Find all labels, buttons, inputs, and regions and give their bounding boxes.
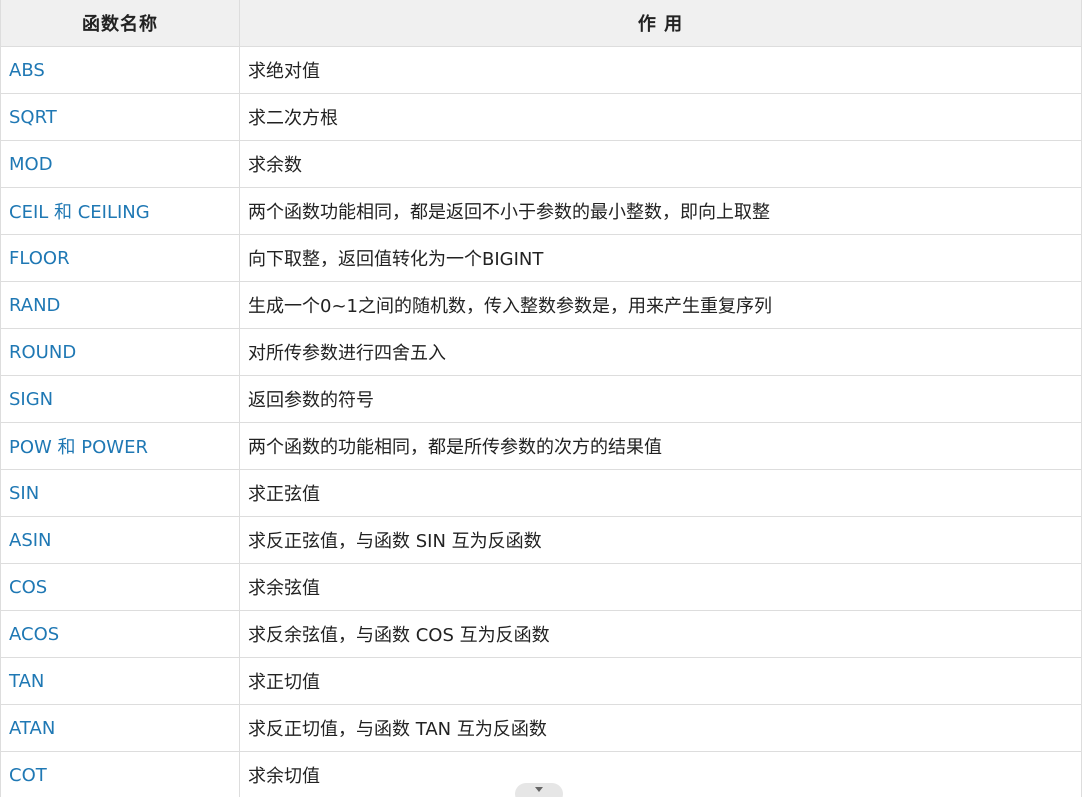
- function-description-cell: 两个函数功能相同，都是返回不小于参数的最小整数，即向上取整: [239, 187, 1082, 235]
- function-description-cell: 求正切值: [239, 657, 1082, 705]
- function-description-cell: 求绝对值: [239, 46, 1082, 94]
- table-row: CEIL 和 CEILING 两个函数功能相同，都是返回不小于参数的最小整数，即向…: [0, 187, 1082, 235]
- table-row: POW 和 POWER 两个函数的功能相同，都是所传参数的次方的结果值: [0, 422, 1082, 470]
- table-row: ACOS 求反余弦值，与函数 COS 互为反函数: [0, 610, 1082, 658]
- function-name-cell: MOD: [0, 140, 240, 188]
- chevron-down-icon: [535, 787, 543, 792]
- table-row: ABS 求绝对值: [0, 46, 1082, 94]
- table-row: RAND 生成一个0~1之间的随机数，传入整数参数是，用来产生重复序列: [0, 281, 1082, 329]
- function-name-cell: TAN: [0, 657, 240, 705]
- function-description-cell: 求余数: [239, 140, 1082, 188]
- function-description-cell: 两个函数的功能相同，都是所传参数的次方的结果值: [239, 422, 1082, 470]
- function-description-cell: 求正弦值: [239, 469, 1082, 517]
- function-name-cell: ROUND: [0, 328, 240, 376]
- function-name-cell: CEIL 和 CEILING: [0, 187, 240, 235]
- function-name-cell: SIGN: [0, 375, 240, 423]
- function-name-cell: COT: [0, 751, 240, 797]
- expand-toggle-button[interactable]: [515, 783, 563, 797]
- function-name-cell: SIN: [0, 469, 240, 517]
- header-function-name: 函数名称: [0, 0, 240, 47]
- function-description-cell: 求二次方根: [239, 93, 1082, 141]
- function-name-cell: FLOOR: [0, 234, 240, 282]
- function-name-cell: COS: [0, 563, 240, 611]
- function-description-cell: 求反余弦值，与函数 COS 互为反函数: [239, 610, 1082, 658]
- function-name-cell: SQRT: [0, 93, 240, 141]
- table-row: MOD 求余数: [0, 140, 1082, 188]
- header-purpose: 作 用: [239, 0, 1082, 47]
- table-row: ATAN 求反正切值，与函数 TAN 互为反函数: [0, 704, 1082, 752]
- table-row: ASIN 求反正弦值，与函数 SIN 互为反函数: [0, 516, 1082, 564]
- table-row: FLOOR 向下取整，返回值转化为一个BIGINT: [0, 234, 1082, 282]
- function-description-cell: 求余弦值: [239, 563, 1082, 611]
- table-row: TAN 求正切值: [0, 657, 1082, 705]
- table-header-row: 函数名称 作 用: [0, 0, 1082, 47]
- function-description-cell: 生成一个0~1之间的随机数，传入整数参数是，用来产生重复序列: [239, 281, 1082, 329]
- function-name-cell: ABS: [0, 46, 240, 94]
- function-table: 函数名称 作 用 ABS 求绝对值 SQRT 求二次方根 MOD 求余数 CEIL 和 CE…: [0, 0, 1082, 797]
- function-description-cell: 求反正切值，与函数 TAN 互为反函数: [239, 704, 1082, 752]
- function-description-cell: 求余切值: [239, 751, 1082, 797]
- table-row: COS 求余弦值: [0, 563, 1082, 611]
- function-description-cell: 对所传参数进行四舍五入: [239, 328, 1082, 376]
- function-name-cell: POW 和 POWER: [0, 422, 240, 470]
- function-name-cell: ASIN: [0, 516, 240, 564]
- table-row: SIN 求正弦值: [0, 469, 1082, 517]
- function-description-cell: 求反正弦值，与函数 SIN 互为反函数: [239, 516, 1082, 564]
- table-row: SQRT 求二次方根: [0, 93, 1082, 141]
- function-description-cell: 返回参数的符号: [239, 375, 1082, 423]
- function-name-cell: ACOS: [0, 610, 240, 658]
- table-row: ROUND 对所传参数进行四舍五入: [0, 328, 1082, 376]
- function-name-cell: RAND: [0, 281, 240, 329]
- function-description-cell: 向下取整，返回值转化为一个BIGINT: [239, 234, 1082, 282]
- table-body: ABS 求绝对值 SQRT 求二次方根 MOD 求余数 CEIL 和 CEILING 两个函数…: [0, 46, 1082, 797]
- table-row: SIGN 返回参数的符号: [0, 375, 1082, 423]
- function-name-cell: ATAN: [0, 704, 240, 752]
